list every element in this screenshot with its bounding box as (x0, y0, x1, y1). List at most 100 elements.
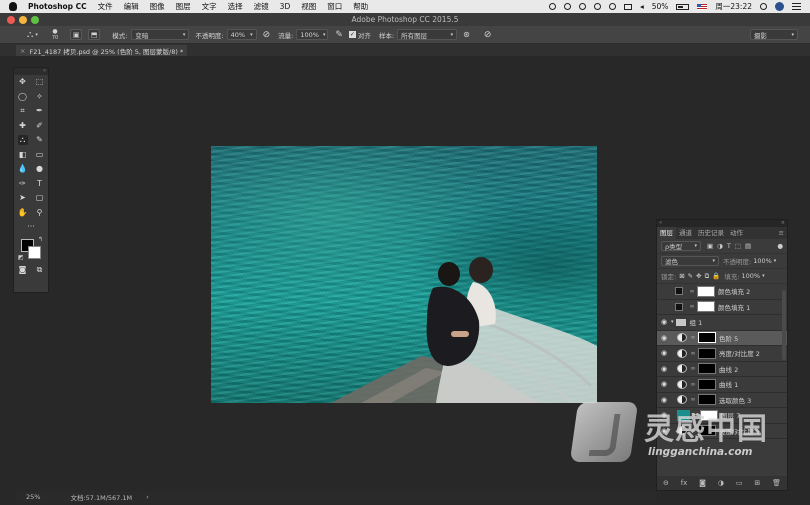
layer-mask-thumb[interactable] (697, 285, 715, 297)
menu-window[interactable]: 窗口 (327, 1, 342, 12)
spotlight-icon[interactable] (760, 3, 767, 10)
toggle-brush-panel-button[interactable]: ▣ (70, 29, 83, 40)
menu-type[interactable]: 文字 (202, 1, 217, 12)
document-canvas-image[interactable] (211, 146, 597, 403)
airplay-icon[interactable] (623, 3, 632, 10)
brush-tool-icon[interactable]: ✐ (35, 121, 45, 131)
workspace-select[interactable]: 摄影 ▾ (750, 29, 798, 40)
bluetooth-icon[interactable] (593, 3, 601, 10)
tab-channels[interactable]: 通道 (676, 227, 695, 239)
app-menu[interactable]: Photoshop CC (28, 2, 87, 11)
record-icon[interactable] (548, 3, 556, 10)
layer-opacity-value[interactable]: 100% (753, 257, 772, 265)
pen-tool-icon[interactable]: ✑ (18, 179, 28, 189)
siri-icon[interactable] (775, 2, 784, 11)
layer-mask-thumb[interactable] (698, 332, 716, 344)
tab-layers[interactable]: 图层 (657, 227, 676, 239)
opacity-input[interactable]: 40% ▾ (226, 29, 257, 40)
brush-preset-picker[interactable]: ● 70 (52, 28, 58, 41)
background-color-swatch[interactable] (28, 245, 41, 259)
menu-select[interactable]: 选择 (228, 1, 243, 12)
tool-preset-caret-icon[interactable]: ▾ (35, 32, 38, 38)
toggle-clone-source-panel-button[interactable]: ⬒ (88, 29, 101, 40)
menu-filter[interactable]: 滤镜 (254, 1, 269, 12)
pressure-size-icon[interactable]: ⊘ (484, 30, 492, 40)
default-colors-icon[interactable]: ◩ (18, 254, 24, 261)
eyedropper-tool-icon[interactable]: ✒ (35, 106, 45, 116)
status-menu-icon[interactable]: › (146, 493, 149, 501)
eye-icon[interactable]: ◉ (657, 334, 671, 342)
menu-file[interactable]: 文件 (98, 1, 113, 12)
new-group-icon[interactable]: ▭ (736, 479, 743, 487)
lock-position-icon[interactable]: ✥ (696, 272, 701, 280)
group-row[interactable]: ◉ ▾ 组 1 (657, 315, 787, 331)
eye-icon[interactable]: ◉ (657, 349, 671, 357)
link-layers-icon[interactable]: ⊖ (663, 479, 669, 487)
layer-mask-thumb[interactable] (698, 347, 716, 359)
quick-select-tool-icon[interactable]: ✧ (35, 92, 45, 102)
add-mask-icon[interactable]: ◙ (699, 479, 706, 487)
menu-layer[interactable]: 图层 (176, 1, 191, 12)
document-tab[interactable]: × F21_4187 拷贝.psd @ 25% (色阶 5, 图层蒙版/8) * (16, 45, 188, 56)
gradient-tool-icon[interactable]: ▭ (35, 150, 45, 160)
layer-mask-thumb[interactable] (698, 378, 716, 390)
eraser-tool-icon[interactable]: ◧ (18, 150, 28, 160)
zoom-tool-icon[interactable]: ⚲ (35, 208, 45, 218)
close-tab-icon[interactable]: × (20, 47, 25, 55)
lock-pixels-icon[interactable]: ✎ (688, 272, 693, 280)
panel-menu-icon[interactable]: ≡ (779, 229, 784, 237)
menu-view[interactable]: 视图 (301, 1, 316, 12)
clock-icon[interactable] (578, 3, 586, 10)
menu-help[interactable]: 帮助 (353, 1, 368, 12)
layer-row[interactable]: ∞ 颜色填充 1 (657, 300, 787, 315)
new-layer-icon[interactable]: ⊞ (754, 479, 760, 487)
rectangle-tool-icon[interactable]: ▢ (35, 193, 45, 203)
edit-toolbar-icon[interactable]: ··· (26, 222, 36, 232)
layer-style-icon[interactable]: fx (681, 479, 688, 487)
filter-kind-select[interactable]: ρ类型 ▾ (661, 241, 701, 251)
swap-colors-icon[interactable]: ↰ (38, 236, 43, 243)
type-tool-icon[interactable]: T (35, 179, 45, 189)
menu-image[interactable]: 图像 (150, 1, 165, 12)
input-source-icon[interactable] (697, 3, 708, 10)
layer-mask-thumb[interactable] (697, 301, 715, 313)
filter-pixel-icon[interactable]: ▣ (707, 242, 713, 250)
layer-row[interactable]: ◉ ∞ 曲线 1 (657, 377, 787, 393)
lock-transparent-icon[interactable]: ⊠ (679, 272, 684, 280)
lock-artboard-icon[interactable]: ⧉ (705, 272, 710, 281)
tools-panel-grip[interactable]: » (14, 68, 48, 75)
zoom-level[interactable]: 25% (26, 493, 40, 501)
lock-all-icon[interactable]: 🔒 (712, 272, 720, 280)
fill-value[interactable]: 100% (742, 272, 761, 280)
layer-row[interactable]: ◉ ∞ 亮度/对比度 2 (657, 346, 787, 362)
filter-smart-icon[interactable]: ▤ (745, 242, 751, 250)
aligned-checkbox[interactable]: ✓ (348, 31, 356, 38)
filter-shape-icon[interactable]: ⬚ (735, 242, 741, 250)
mode-select[interactable]: 变暗 ▾ (131, 29, 190, 40)
layer-row-selected[interactable]: ◉ ∞ 色阶 5 (657, 330, 787, 346)
volume-icon[interactable]: ◂ (640, 2, 644, 11)
notification-center-icon[interactable] (792, 3, 801, 10)
filter-adjustment-icon[interactable]: ◑ (717, 242, 723, 250)
filter-toggle-icon[interactable]: ● (777, 242, 783, 250)
lasso-tool-icon[interactable]: ◯ (18, 92, 28, 102)
dodge-tool-icon[interactable]: ● (35, 164, 45, 174)
crop-tool-icon[interactable]: ⌗ (18, 106, 28, 116)
flow-input[interactable]: 100% ▾ (296, 29, 329, 40)
menu-3d[interactable]: 3D (280, 2, 291, 11)
layers-panel-grip[interactable]: «× (657, 220, 787, 227)
move-tool-icon[interactable]: ✥ (18, 77, 28, 87)
clone-stamp-tool-button-icon[interactable]: ⛬ (17, 135, 28, 146)
sample-select[interactable]: 所有图层 ▾ (397, 29, 458, 40)
layer-row[interactable]: ∞ 颜色填充 2 (657, 284, 787, 300)
pressure-opacity-icon[interactable]: ⊘ (263, 30, 271, 40)
path-select-tool-icon[interactable]: ➤ (18, 193, 28, 203)
wifi-icon[interactable] (608, 3, 616, 10)
sync-icon[interactable] (563, 3, 571, 10)
eye-icon[interactable]: ◉ (657, 380, 671, 388)
history-brush-tool-icon[interactable]: ✎ (35, 135, 45, 145)
airbrush-icon[interactable]: ✎ (335, 30, 343, 40)
screen-mode-icon[interactable]: ⧉ (35, 265, 45, 275)
quick-mask-icon[interactable]: ◙ (18, 265, 28, 275)
clone-stamp-tool-icon[interactable]: ⛬ (27, 30, 33, 40)
